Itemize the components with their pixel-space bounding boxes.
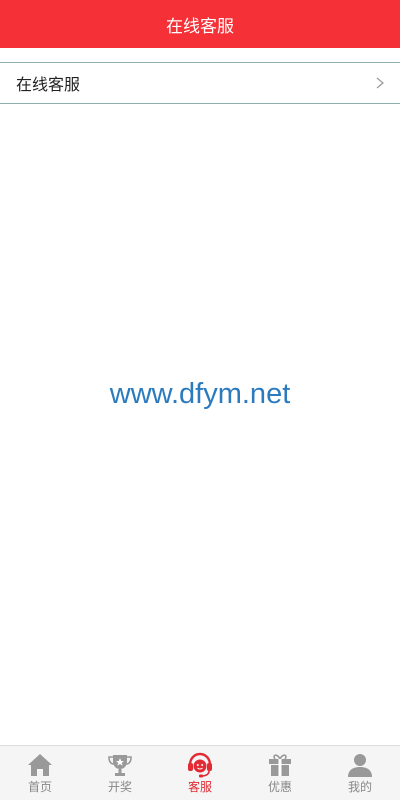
tab-promotions-label: 优惠 [267, 780, 292, 794]
list-item-label: 在线客服 [16, 75, 81, 94]
page: 在线客服 在线客服 www.dfym.net 首页 开奖 客服 优惠 我的 [0, 0, 400, 800]
tab-home-label: 首页 [27, 780, 52, 794]
tab-service[interactable]: 客服 [160, 746, 240, 800]
tab-mine-label: 我的 [347, 780, 372, 794]
chevron-right-icon [376, 77, 384, 89]
list-item-online-service[interactable]: 在线客服 [0, 62, 400, 104]
tab-home[interactable]: 首页 [0, 746, 80, 800]
header-bar: 在线客服 [0, 0, 400, 48]
tab-lottery[interactable]: 开奖 [80, 746, 160, 800]
home-icon [28, 754, 52, 776]
tab-lottery-label: 开奖 [107, 780, 132, 794]
page-title: 在线客服 [166, 16, 234, 37]
watermark-text: www.dfym.net [109, 378, 291, 410]
headset-icon [188, 752, 212, 778]
user-icon [348, 754, 372, 777]
tab-service-label: 客服 [187, 780, 212, 794]
tab-mine[interactable]: 我的 [320, 746, 400, 800]
trophy-icon [108, 755, 132, 776]
gift-icon [269, 754, 291, 776]
tab-promotions[interactable]: 优惠 [240, 746, 320, 800]
bottom-tab-bar: 首页 开奖 客服 优惠 我的 [0, 745, 400, 800]
